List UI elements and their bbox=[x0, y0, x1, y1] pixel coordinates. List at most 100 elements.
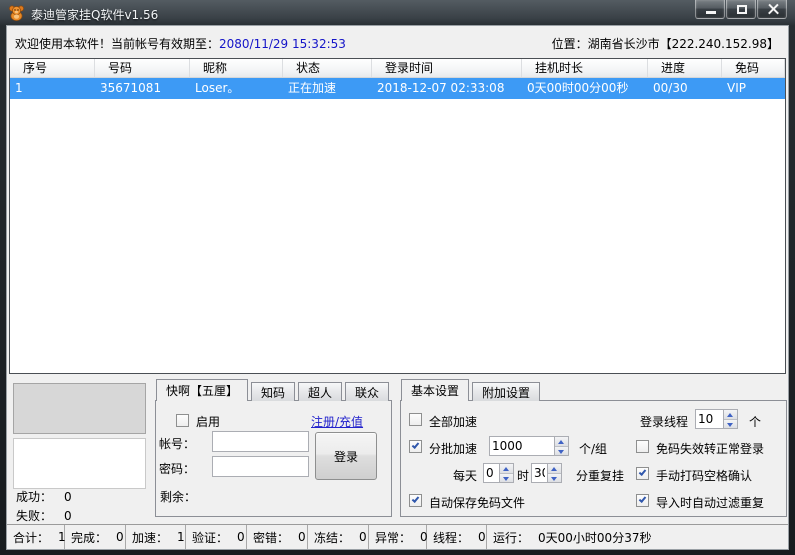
success-counter: 成功： 0 bbox=[16, 488, 72, 505]
batch-size-stepper bbox=[489, 436, 569, 456]
threads-unit-label: 个 bbox=[749, 413, 761, 430]
all-accelerate-label: 全部加速 bbox=[429, 413, 477, 430]
per-group-label: 个/组 bbox=[579, 440, 607, 457]
code-fallback-label: 免码失效转正常登录 bbox=[656, 440, 764, 457]
location-text: 位置：湖南省长沙市【222.240.152.98】 bbox=[552, 35, 779, 52]
account-input[interactable] bbox=[213, 432, 308, 451]
status-accelerating: 加速：1 bbox=[126, 525, 186, 549]
column-header-duration[interactable]: 挂机时长 bbox=[522, 59, 648, 77]
column-header-index[interactable]: 序号 bbox=[10, 59, 95, 77]
threads-down-icon[interactable] bbox=[724, 419, 737, 429]
minimize-button[interactable] bbox=[695, 0, 725, 19]
login-threads-label: 登录线程 bbox=[640, 413, 688, 430]
enable-checkbox[interactable] bbox=[176, 414, 189, 427]
status-abnormal: 异常：0 bbox=[369, 525, 427, 549]
maximize-icon bbox=[737, 5, 747, 14]
status-wrong-password: 密错：0 bbox=[247, 525, 308, 549]
batch-size-input[interactable] bbox=[490, 437, 554, 455]
fail-value: 0 bbox=[64, 509, 72, 523]
batch-down-icon[interactable] bbox=[555, 446, 568, 456]
close-button[interactable] bbox=[757, 0, 787, 19]
tab-zhima[interactable]: 知码 bbox=[251, 382, 295, 401]
row-logintime: 2018-12-07 02:33:08 bbox=[372, 78, 522, 99]
login-button[interactable]: 登录 bbox=[315, 432, 377, 480]
column-header-progress[interactable]: 进度 bbox=[648, 59, 722, 77]
manual-confirm-label: 手动打码空格确认 bbox=[656, 467, 752, 484]
table-row[interactable]: 1 35671081 Loser。 正在加速 2018-12-07 02:33:… bbox=[10, 78, 785, 99]
column-header-code[interactable]: 免码 bbox=[722, 59, 785, 77]
tab-extra-settings[interactable]: 附加设置 bbox=[472, 382, 540, 401]
row-code: VIP bbox=[722, 78, 785, 99]
hour-down-icon[interactable] bbox=[500, 473, 513, 483]
password-label: 密码： bbox=[159, 460, 195, 477]
enable-label: 启用 bbox=[196, 413, 220, 430]
client-area: 欢迎使用本软件！当前帐号有效期至：2080/11/29 15:32:53 位置：… bbox=[7, 26, 788, 549]
register-recharge-link[interactable]: 注册/充值 bbox=[311, 413, 363, 430]
minimize-icon bbox=[706, 11, 716, 14]
filter-duplicate-checkbox[interactable] bbox=[636, 494, 649, 507]
titlebar[interactable]: 泰迪管家挂Q软件v1.56 bbox=[0, 0, 795, 26]
login-threads-stepper bbox=[695, 409, 738, 429]
status-runtime: 运行：0天00小时00分37秒 bbox=[487, 525, 788, 549]
minute-up-icon[interactable] bbox=[548, 464, 561, 473]
password-field-wrap bbox=[212, 456, 309, 477]
batch-accelerate-label: 分批加速 bbox=[429, 440, 477, 457]
auto-save-label: 自动保存免码文件 bbox=[429, 494, 525, 511]
maximize-button[interactable] bbox=[726, 0, 756, 19]
preview-box bbox=[13, 383, 146, 434]
status-threads: 线程：0 bbox=[427, 525, 487, 549]
batch-accelerate-checkbox[interactable] bbox=[409, 440, 422, 453]
code-fallback-checkbox[interactable] bbox=[636, 440, 649, 453]
captcha-tabstrip: 快啊【五厘】 知码 超人 联众 bbox=[156, 379, 389, 401]
manual-confirm-checkbox[interactable] bbox=[636, 467, 649, 480]
login-threads-input[interactable] bbox=[696, 410, 723, 428]
daily-label: 每天 bbox=[453, 467, 477, 484]
fail-counter: 失败： 0 bbox=[16, 507, 72, 524]
status-bar: 合计：1 完成：0 加速：1 验证：0 密错：0 冻结：0 异常：0 线程：0 … bbox=[7, 524, 788, 549]
minute-down-icon[interactable] bbox=[548, 473, 561, 483]
status-verify: 验证：0 bbox=[186, 525, 247, 549]
account-field-wrap bbox=[212, 431, 309, 452]
minute-input[interactable] bbox=[532, 464, 547, 482]
batch-up-icon[interactable] bbox=[555, 437, 568, 446]
column-header-number[interactable]: 号码 bbox=[95, 59, 190, 77]
tab-basic-settings[interactable]: 基本设置 bbox=[401, 379, 469, 401]
hour-up-icon[interactable] bbox=[500, 464, 513, 473]
fail-label: 失败： bbox=[16, 509, 52, 523]
row-nickname: Loser。 bbox=[190, 78, 283, 99]
repeat-suffix-label: 分重复挂 bbox=[576, 467, 624, 484]
column-header-nickname[interactable]: 昵称 bbox=[190, 59, 283, 77]
welcome-text: 欢迎使用本软件！当前帐号有效期至： bbox=[15, 37, 219, 51]
account-table: 序号 号码 昵称 状态 登录时间 挂机时长 进度 免码 1 35671081 L… bbox=[9, 58, 786, 374]
status-finished: 完成：0 bbox=[65, 525, 126, 549]
success-label: 成功： bbox=[16, 490, 52, 504]
hour-stepper bbox=[483, 463, 514, 483]
remain-label: 剩余： bbox=[160, 488, 196, 505]
tab-lianzhong[interactable]: 联众 bbox=[345, 382, 389, 401]
tab-kuaia[interactable]: 快啊【五厘】 bbox=[156, 379, 248, 401]
minute-stepper bbox=[531, 463, 562, 483]
row-duration: 0天00时00分00秒 bbox=[522, 78, 648, 99]
tab-chaoren[interactable]: 超人 bbox=[298, 382, 342, 401]
all-accelerate-checkbox[interactable] bbox=[409, 413, 422, 426]
teddy-bear-icon bbox=[8, 4, 25, 21]
hour-unit-label: 时 bbox=[517, 467, 529, 484]
success-value: 0 bbox=[64, 490, 72, 504]
settings-tabstrip: 基本设置 附加设置 bbox=[401, 379, 540, 401]
threads-up-icon[interactable] bbox=[724, 410, 737, 419]
app-window: 泰迪管家挂Q软件v1.56 欢迎使用本软件！当前帐号有效期至：2080/11/2… bbox=[0, 0, 795, 555]
row-number: 35671081 bbox=[95, 78, 190, 99]
account-label: 帐号： bbox=[159, 435, 195, 452]
auto-save-checkbox[interactable] bbox=[409, 494, 422, 507]
expiry-datetime: 2080/11/29 15:32:53 bbox=[219, 37, 346, 51]
status-frozen: 冻结：0 bbox=[308, 525, 369, 549]
column-header-logintime[interactable]: 登录时间 bbox=[372, 59, 522, 77]
column-header-status[interactable]: 状态 bbox=[283, 59, 372, 77]
log-box bbox=[13, 438, 146, 489]
table-header: 序号 号码 昵称 状态 登录时间 挂机时长 进度 免码 bbox=[10, 59, 785, 78]
status-total: 合计：1 bbox=[7, 525, 65, 549]
hour-input[interactable] bbox=[484, 464, 499, 482]
password-input[interactable] bbox=[213, 457, 308, 476]
window-title: 泰迪管家挂Q软件v1.56 bbox=[31, 6, 158, 23]
row-progress: 00/30 bbox=[648, 78, 722, 99]
